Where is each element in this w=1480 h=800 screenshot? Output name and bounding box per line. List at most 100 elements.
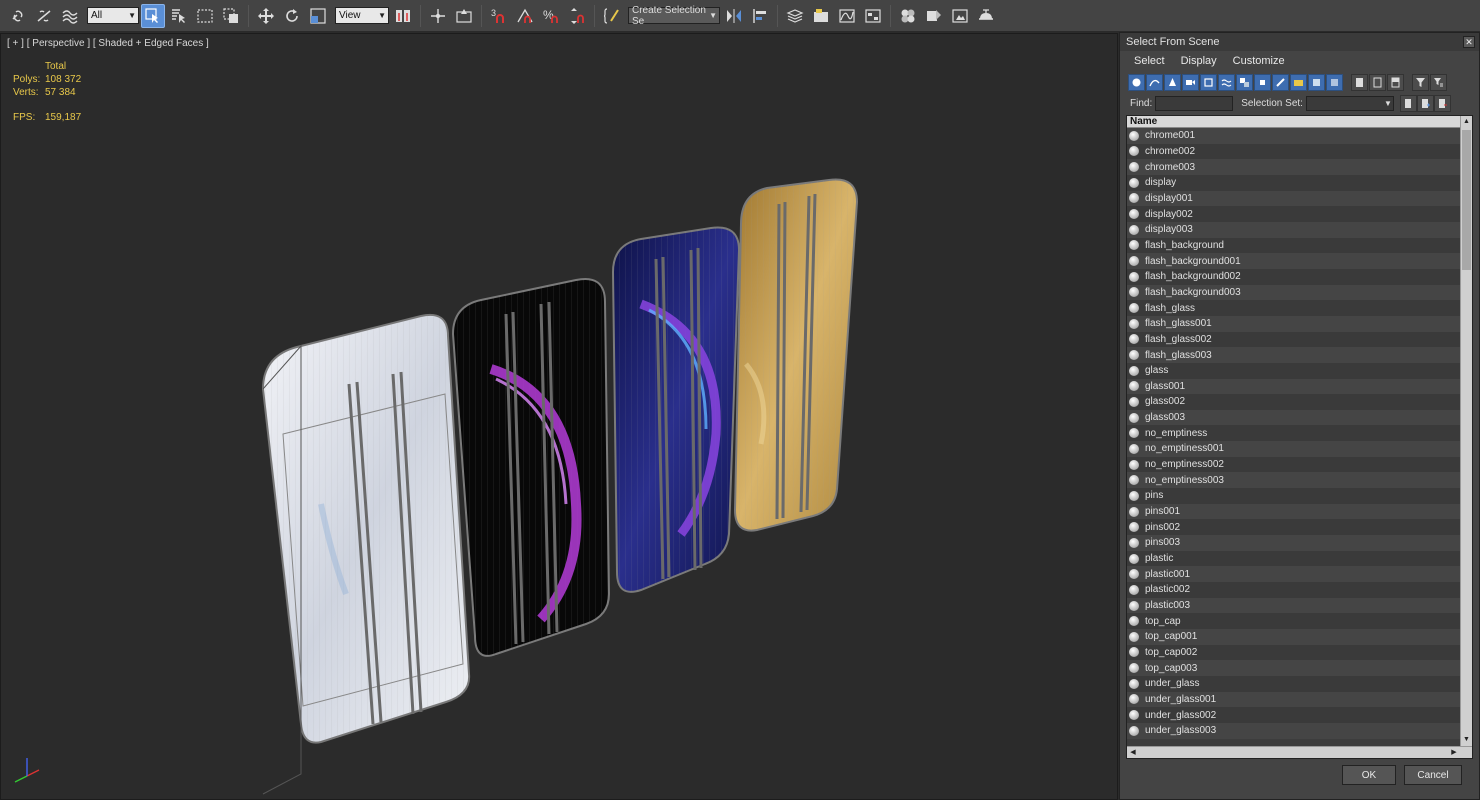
phone-model-blue[interactable] — [611, 226, 741, 593]
list-item[interactable]: glass — [1127, 362, 1461, 379]
scroll-down-icon[interactable]: ▼ — [1461, 734, 1472, 746]
list-item[interactable]: top_cap — [1127, 613, 1461, 629]
select-invert-icon[interactable] — [1387, 73, 1404, 91]
list-item[interactable]: pins002 — [1127, 519, 1461, 536]
column-header-name[interactable]: Name — [1127, 116, 1461, 128]
list-item[interactable]: chrome002 — [1127, 143, 1461, 160]
display-containers-icon[interactable] — [1290, 73, 1307, 91]
menu-customize[interactable]: Customize — [1233, 55, 1285, 67]
list-item[interactable]: under_glass001 — [1127, 691, 1461, 708]
scrollbar-thumb[interactable] — [1462, 130, 1471, 270]
list-item[interactable]: flash_background003 — [1127, 284, 1461, 301]
list-item[interactable]: flash_glass — [1127, 300, 1461, 316]
list-item[interactable]: plastic003 — [1127, 597, 1461, 614]
display-helpers-icon[interactable] — [1200, 73, 1217, 91]
display-lights-icon[interactable] — [1164, 73, 1181, 91]
display-xrefs-icon[interactable] — [1254, 73, 1271, 91]
link-icon[interactable] — [6, 4, 30, 28]
mirror-icon[interactable] — [722, 4, 746, 28]
edit-named-selection-icon[interactable] — [600, 4, 624, 28]
render-production-icon[interactable] — [974, 4, 998, 28]
percent-snap-icon[interactable]: % — [539, 4, 563, 28]
render-setup-icon[interactable] — [922, 4, 946, 28]
display-shapes-icon[interactable] — [1146, 73, 1163, 91]
list-item[interactable]: plastic001 — [1127, 566, 1461, 583]
list-item[interactable]: chrome003 — [1127, 159, 1461, 175]
pivot-center-icon[interactable] — [391, 4, 415, 28]
rendered-frame-window-icon[interactable] — [948, 4, 972, 28]
list-item[interactable]: no_emptiness003 — [1127, 472, 1461, 489]
ok-button[interactable]: OK — [1342, 765, 1396, 785]
list-item[interactable]: pins001 — [1127, 503, 1461, 520]
list-item[interactable]: flash_background — [1127, 237, 1461, 254]
scene-explorer-icon[interactable] — [809, 4, 833, 28]
dialog-title-bar[interactable]: Select From Scene ✕ — [1120, 33, 1479, 51]
menu-select[interactable]: Select — [1134, 55, 1165, 67]
list-item[interactable]: glass001 — [1127, 378, 1461, 395]
display-bones-icon[interactable] — [1272, 73, 1289, 91]
list-item[interactable]: no_emptiness001 — [1127, 441, 1461, 457]
list-item[interactable]: chrome001 — [1127, 128, 1461, 144]
align-icon[interactable] — [748, 4, 772, 28]
list-item[interactable]: display002 — [1127, 206, 1461, 222]
scroll-up-icon[interactable]: ▲ — [1461, 116, 1472, 128]
unlink-icon[interactable] — [32, 4, 56, 28]
select-none-icon[interactable] — [1369, 73, 1386, 91]
list-item[interactable]: flash_background001 — [1127, 253, 1461, 269]
list-item[interactable]: pins003 — [1127, 535, 1461, 551]
display-frozen-icon[interactable] — [1308, 73, 1325, 91]
selection-set-dropdown[interactable]: ▼ — [1305, 96, 1394, 111]
named-selection-dropdown[interactable]: Create Selection Se ▼ — [628, 5, 720, 27]
selection-filter-dropdown[interactable]: All ▼ — [87, 7, 139, 24]
list-item[interactable]: under_glass002 — [1127, 707, 1461, 723]
remove-from-selection-set-icon[interactable] — [1433, 95, 1451, 112]
scroll-left-icon[interactable]: ◀ — [1127, 747, 1139, 758]
list-item[interactable]: flash_background002 — [1127, 268, 1461, 285]
list-item[interactable]: pins — [1127, 488, 1461, 504]
filter-icon[interactable] — [1412, 73, 1429, 91]
display-geometry-icon[interactable] — [1128, 73, 1145, 91]
create-selection-set-icon[interactable] — [1399, 95, 1417, 112]
list-item[interactable]: no_emptiness002 — [1127, 456, 1461, 473]
display-spacewarps-icon[interactable] — [1218, 73, 1235, 91]
close-icon[interactable]: ✕ — [1463, 36, 1475, 48]
rectangular-selection-icon[interactable] — [193, 4, 217, 28]
list-item[interactable]: flash_glass002 — [1127, 331, 1461, 348]
display-cameras-icon[interactable] — [1182, 73, 1199, 91]
display-hidden-icon[interactable] — [1326, 73, 1343, 91]
filter-options-icon[interactable] — [1430, 73, 1447, 91]
list-item[interactable]: top_cap001 — [1127, 629, 1461, 645]
perspective-viewport[interactable]: [ + ] [ Perspective ] [ Shaded + Edged F… — [0, 33, 1118, 800]
scroll-right-icon[interactable]: ▶ — [1448, 747, 1460, 758]
list-item[interactable]: flash_glass003 — [1127, 347, 1461, 363]
scene-object-list[interactable]: Name chrome001 chrome002 chrome003 display d… — [1126, 115, 1473, 759]
keyboard-shortcut-override-icon[interactable] — [452, 4, 476, 28]
select-by-name-icon[interactable] — [167, 4, 191, 28]
scale-icon[interactable] — [306, 4, 330, 28]
select-manipulate-icon[interactable] — [426, 4, 450, 28]
menu-display[interactable]: Display — [1181, 55, 1217, 67]
select-all-icon[interactable] — [1351, 73, 1368, 91]
list-item[interactable]: top_cap002 — [1127, 644, 1461, 661]
rotate-icon[interactable] — [280, 4, 304, 28]
cancel-button[interactable]: Cancel — [1404, 765, 1462, 785]
spinner-snap-icon[interactable] — [565, 4, 589, 28]
horizontal-scrollbar[interactable]: ◀ ▶ — [1127, 746, 1472, 758]
list-item[interactable]: no_emptiness — [1127, 425, 1461, 442]
bind-spacewarp-icon[interactable] — [58, 4, 82, 28]
snap-toggle-icon[interactable]: 3 — [487, 4, 511, 28]
list-item[interactable]: under_glass — [1127, 675, 1461, 692]
schematic-view-icon[interactable] — [861, 4, 885, 28]
phone-model-silver[interactable] — [261, 314, 471, 795]
list-item[interactable]: glass002 — [1127, 394, 1461, 410]
list-item[interactable]: glass003 — [1127, 409, 1461, 426]
list-item[interactable]: flash_glass001 — [1127, 315, 1461, 332]
material-editor-icon[interactable] — [896, 4, 920, 28]
list-item[interactable]: plastic — [1127, 550, 1461, 567]
find-input[interactable] — [1155, 96, 1234, 111]
window-crossing-icon[interactable] — [219, 4, 243, 28]
angle-snap-icon[interactable] — [513, 4, 537, 28]
curve-editor-icon[interactable] — [835, 4, 859, 28]
layer-explorer-icon[interactable] — [783, 4, 807, 28]
list-item[interactable]: display003 — [1127, 221, 1461, 238]
